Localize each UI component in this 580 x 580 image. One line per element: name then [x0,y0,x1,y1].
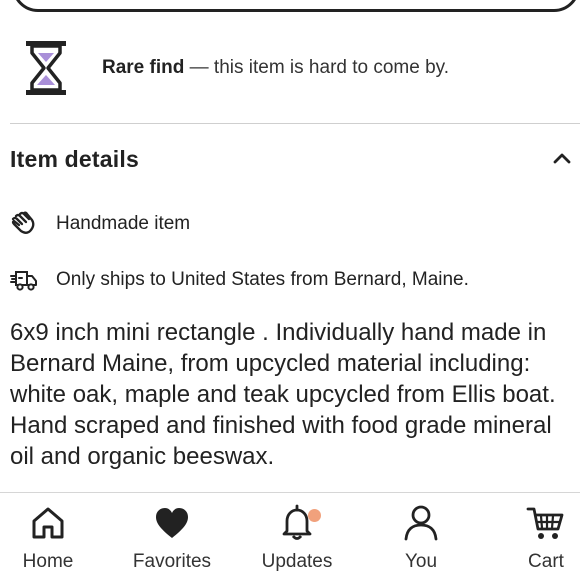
nav-home-label: Home [22,551,74,572]
item-description: 6x9 inch mini rectangle . Individually h… [10,319,563,470]
handmade-hands-icon [11,211,35,234]
nav-favorites-label: Favorites [132,551,212,572]
delivery-truck-icon [10,271,37,291]
add-to-cart-button-outline[interactable] [12,0,580,12]
bottom-nav-bar: Home Favorites Updates You Cart [0,492,580,580]
nav-cart-label: Cart [528,551,564,572]
hourglass-icon [26,41,66,95]
detail-row-shipping: Only ships to United States from Bernard… [10,263,580,297]
item-page: Rare find — this item is hard to come by… [0,0,580,580]
rare-find-banner: Rare find — this item is hard to come by… [24,38,564,98]
notification-badge [308,509,321,522]
handmade-text: Handmade item [56,213,191,234]
nav-you[interactable]: You [366,503,476,580]
rare-find-text: Rare find — this item is hard to come by… [102,57,449,79]
home-icon [32,507,64,539]
item-details-title: Item details [10,145,139,172]
item-details-toggle[interactable]: Item details [10,136,580,182]
nav-updates-label: Updates [261,551,333,572]
chevron-up-icon [553,153,571,164]
nav-updates[interactable]: Updates [242,503,352,580]
nav-favorites[interactable]: Favorites [117,503,227,580]
cart-icon [526,507,564,539]
heart-icon [156,508,188,538]
nav-home[interactable]: Home [0,503,103,580]
rare-find-bold: Rare find [102,57,185,78]
shipping-text: Only ships to United States from Bernard… [56,269,469,290]
nav-cart[interactable]: Cart [491,503,580,580]
divider [10,123,580,124]
rare-find-rest: — this item is hard to come by. [184,57,450,78]
nav-you-label: You [404,551,438,572]
detail-row-handmade: Handmade item [10,207,580,241]
person-icon [404,505,438,541]
